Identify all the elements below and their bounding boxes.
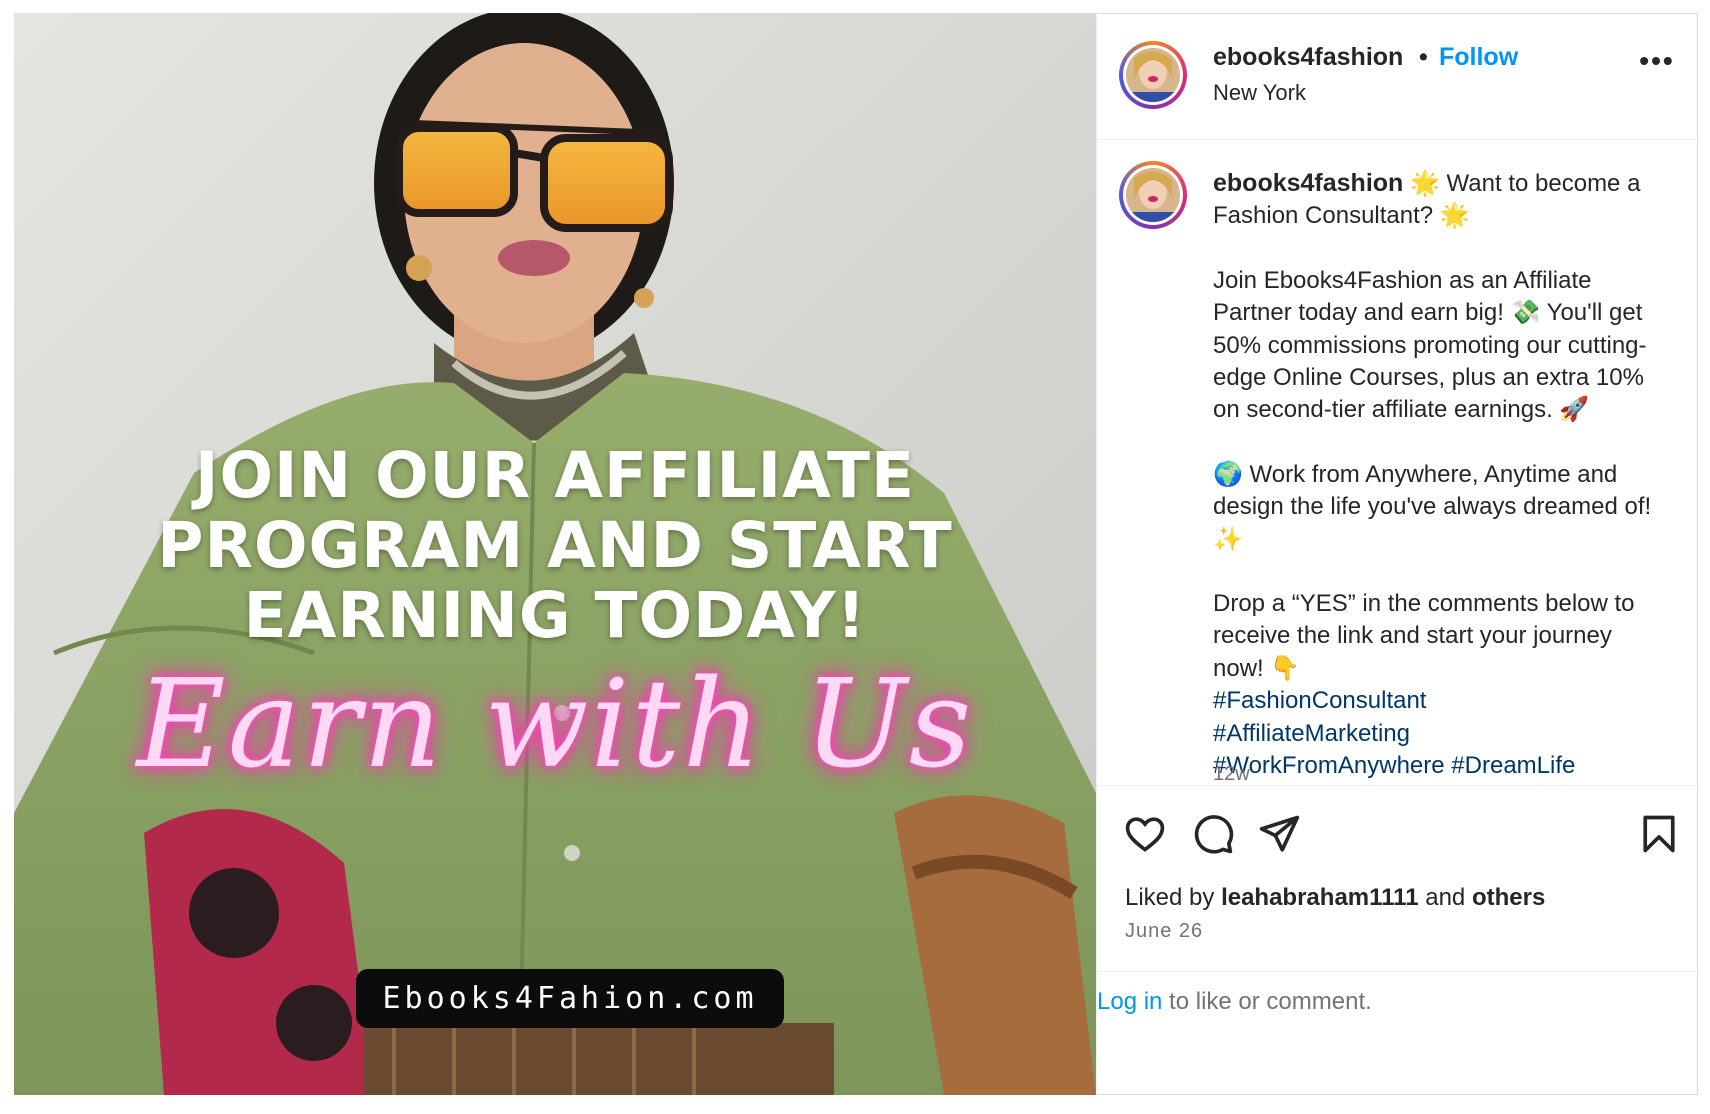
heart-icon[interactable] [1123, 812, 1167, 856]
post-headline: JOIN OUR AFFILIATE PROGRAM AND START EAR… [14, 441, 1096, 651]
hashtag-link[interactable]: #FashionConsultant [1213, 687, 1426, 714]
post-image[interactable]: JOIN OUR AFFILIATE PROGRAM AND START EAR… [14, 13, 1096, 1095]
header-location[interactable]: New York [1213, 80, 1306, 106]
post-side-panel: ebooks4fashion • Follow New York ••• ebo… [1096, 13, 1699, 1096]
caption-username[interactable]: ebooks4fashion [1213, 169, 1403, 197]
caption-paragraph-3: 🌍 Work from Anywhere, Anytime and design… [1213, 460, 1652, 553]
avatar-photo [1126, 48, 1180, 102]
more-options-icon[interactable]: ••• [1639, 47, 1675, 75]
hashtag-link[interactable]: #AffiliateMarketing [1213, 720, 1410, 747]
hashtag-link[interactable]: #DreamLife [1451, 752, 1575, 779]
headline-line-2: PROGRAM AND START [157, 509, 953, 582]
liked-by-line: Liked by leahabraham1111 and others [1125, 884, 1545, 912]
header-username[interactable]: ebooks4fashion [1213, 43, 1403, 72]
bookmark-icon[interactable] [1637, 812, 1681, 856]
headline-line-1: JOIN OUR AFFILIATE [195, 439, 915, 512]
post-caption: ebooks4fashion 🌟 Want to become a Fashio… [1213, 167, 1653, 783]
liked-by-others[interactable]: others [1472, 884, 1545, 911]
login-prompt: Log in to like or comment. [1097, 971, 1699, 1096]
caption-intro: ebooks4fashion 🌟 Want to become a Fashio… [1213, 167, 1653, 233]
liked-by-mid: and [1418, 884, 1472, 911]
caption-paragraph-4: Drop a “YES” in the comments below to re… [1213, 590, 1635, 682]
login-link[interactable]: Log in [1097, 988, 1162, 1015]
comment-icon[interactable] [1191, 812, 1235, 856]
caption-avatar-photo [1126, 168, 1180, 222]
action-bar: Liked by leahabraham1111 and others June… [1097, 785, 1699, 972]
login-prompt-text: to like or comment. [1162, 988, 1372, 1015]
liked-by-user[interactable]: leahabraham1111 [1221, 884, 1418, 911]
caption-hashtags: #FashionConsultant #AffiliateMarketing #… [1213, 685, 1653, 782]
share-icon[interactable] [1257, 812, 1301, 856]
header-separator: • [1419, 43, 1428, 71]
caption-paragraph-2: Join Ebooks4Fashion as an Affiliate Part… [1213, 266, 1647, 424]
caption-avatar[interactable] [1119, 161, 1187, 229]
avatar[interactable] [1119, 41, 1187, 109]
post-date[interactable]: June 26 [1125, 920, 1203, 943]
neon-script-text: Earn with Us [136, 653, 974, 795]
follow-button[interactable]: Follow [1439, 43, 1518, 72]
liked-by-prefix: Liked by [1125, 884, 1222, 911]
headline-line-3: EARNING TODAY! [243, 579, 867, 652]
caption-timestamp[interactable]: 12w [1213, 763, 1250, 786]
post-header: ebooks4fashion • Follow New York ••• [1097, 13, 1699, 140]
website-url-pill: Ebooks4Fahion.com [356, 969, 784, 1028]
